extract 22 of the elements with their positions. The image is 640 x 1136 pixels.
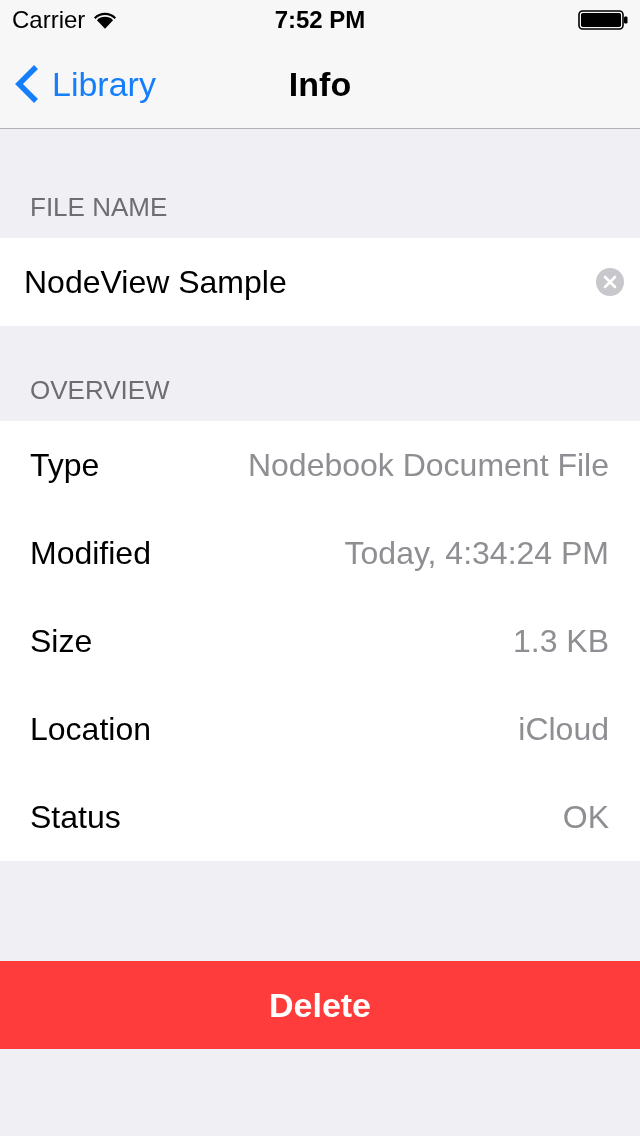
row-label: Size — [30, 622, 93, 660]
chevron-left-icon — [14, 64, 40, 104]
carrier-name: Carrier — [12, 6, 86, 34]
status-time: 7:52 PM — [274, 6, 366, 34]
section-header: FILE NAME — [30, 193, 168, 221]
row-value: Today, 4:34:24 PM — [344, 534, 609, 572]
delete-button[interactable]: Delete — [0, 961, 640, 1049]
row-value: 1.3 KB — [512, 622, 609, 660]
row-value: OK — [562, 798, 609, 836]
battery-icon — [578, 10, 628, 30]
clear-icon[interactable] — [596, 268, 624, 296]
file-name-field[interactable]: NodeView Sample — [0, 238, 640, 326]
row-value: Nodebook Document File — [247, 446, 609, 484]
row-label: Type — [30, 446, 100, 484]
row-label: Status — [30, 798, 121, 836]
row-label: Modified — [30, 534, 151, 572]
navigation-title: Info — [288, 64, 352, 104]
section-header: OVERVIEW — [30, 376, 170, 404]
wifi-icon — [94, 11, 117, 29]
row-label: Location — [30, 710, 151, 748]
back-button[interactable]: Library — [14, 64, 156, 104]
row-value: iCloud — [518, 710, 609, 748]
